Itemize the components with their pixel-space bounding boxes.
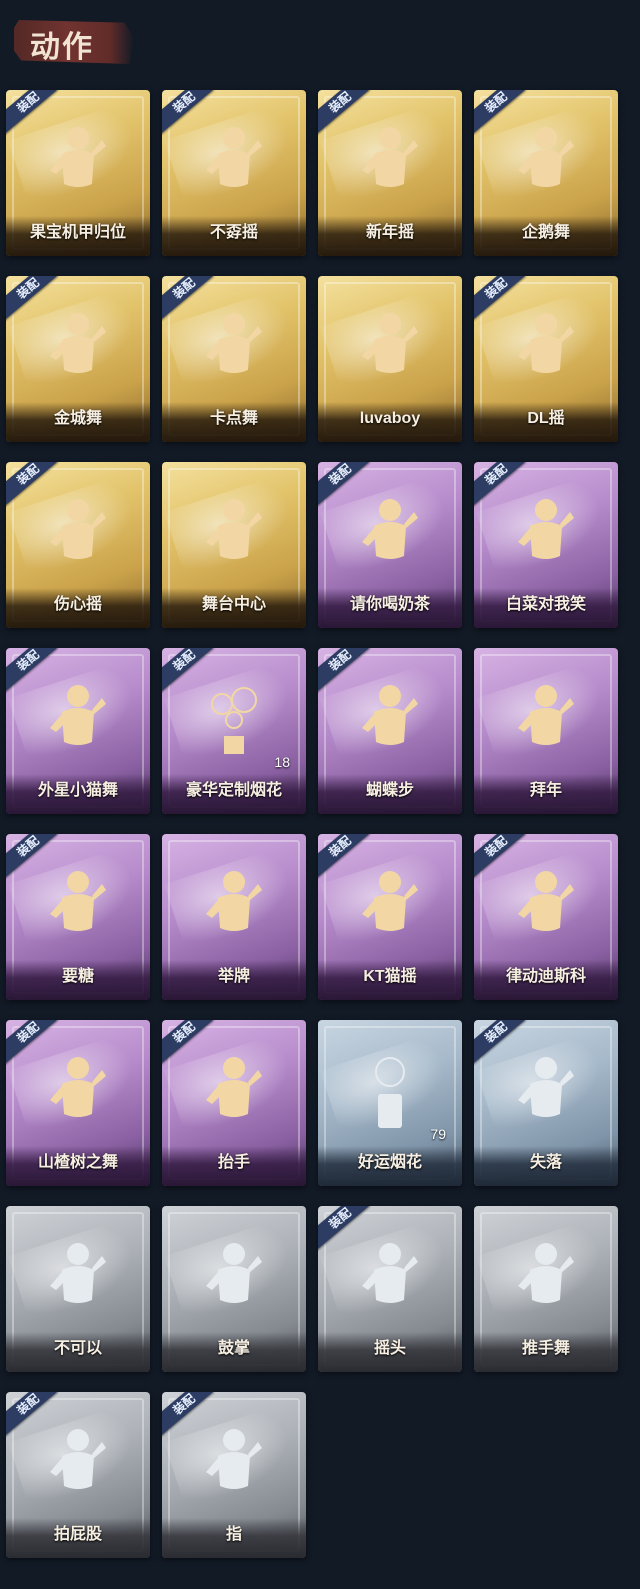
emote-card[interactable]: 卡点舞 装配 bbox=[162, 276, 306, 442]
card-label: luvaboy bbox=[359, 410, 421, 427]
shake-head-icon bbox=[360, 1240, 420, 1320]
card-label: 不孬摇 bbox=[209, 224, 258, 241]
dance-pose-icon bbox=[360, 124, 420, 204]
page-title: 动作 bbox=[30, 31, 94, 64]
raise-hand-icon bbox=[204, 1054, 264, 1134]
card-label: 拜年 bbox=[529, 782, 562, 799]
card-label: 山楂树之舞 bbox=[37, 1154, 118, 1171]
card-label: 鼓掌 bbox=[217, 1340, 250, 1357]
emote-card[interactable]: 失落 装配 bbox=[474, 1020, 618, 1186]
card-label: 金城舞 bbox=[53, 410, 102, 427]
push-hands-icon bbox=[516, 1240, 576, 1320]
emote-card[interactable]: 豪华定制烟花 18 装配 bbox=[162, 648, 306, 814]
emote-card[interactable]: 山楂树之舞 装配 bbox=[6, 1020, 150, 1186]
emote-card[interactable]: 抬手 装配 bbox=[162, 1020, 306, 1186]
sign-pose-icon bbox=[360, 496, 420, 576]
emote-card[interactable]: 白菜对我笑 装配 bbox=[474, 462, 618, 628]
dance-pose-icon bbox=[48, 310, 108, 390]
dance-pose-icon bbox=[516, 124, 576, 204]
dance-pose-icon bbox=[360, 682, 420, 762]
firework-can-icon bbox=[360, 1054, 420, 1134]
emote-card[interactable]: 摇头 装配 bbox=[318, 1206, 462, 1372]
dance-pose-icon bbox=[516, 496, 576, 576]
pat-pose-icon bbox=[48, 1426, 108, 1506]
dance-pose-icon bbox=[48, 1054, 108, 1134]
card-label: 舞台中心 bbox=[201, 596, 266, 613]
dance-pose-icon bbox=[360, 868, 420, 948]
dance-pose-icon bbox=[516, 868, 576, 948]
card-label: 请你喝奶茶 bbox=[349, 596, 430, 613]
bow-pose-icon bbox=[516, 682, 576, 762]
emote-card[interactable]: 要糖 装配 bbox=[6, 834, 150, 1000]
card-label: 举牌 bbox=[217, 968, 250, 985]
emote-card[interactable]: 举牌 bbox=[162, 834, 306, 1000]
card-label: 失落 bbox=[529, 1154, 562, 1171]
card-label: 指 bbox=[225, 1526, 242, 1543]
crawl-pose-icon bbox=[516, 1054, 576, 1134]
card-label: 蝴蝶步 bbox=[365, 782, 414, 799]
page-header: 动作 bbox=[0, 0, 640, 88]
dance-pose-icon bbox=[204, 496, 264, 576]
card-label: 律动迪斯科 bbox=[505, 968, 586, 985]
card-label: 拍屁股 bbox=[53, 1526, 102, 1543]
emote-card[interactable]: 企鹅舞 装配 bbox=[474, 90, 618, 256]
emote-card[interactable]: luvaboy bbox=[318, 276, 462, 442]
card-label: 推手舞 bbox=[521, 1340, 570, 1357]
emote-card[interactable]: 律动迪斯科 装配 bbox=[474, 834, 618, 1000]
emote-card[interactable]: KT猫摇 装配 bbox=[318, 834, 462, 1000]
card-label: 抬手 bbox=[217, 1154, 250, 1171]
emote-card[interactable]: 指装配 bbox=[162, 1392, 306, 1558]
dance-pose-icon bbox=[48, 682, 108, 762]
dance-pose-icon bbox=[204, 310, 264, 390]
emote-card[interactable]: 鼓掌 bbox=[162, 1206, 306, 1372]
card-count: 79 bbox=[430, 1126, 446, 1142]
emote-card[interactable]: 金城舞 装配 bbox=[6, 276, 150, 442]
card-label: 卡点舞 bbox=[209, 410, 258, 427]
emote-card[interactable]: 蝴蝶步 装配 bbox=[318, 648, 462, 814]
card-label: DL摇 bbox=[527, 410, 565, 427]
sign-pose-icon bbox=[204, 868, 264, 948]
card-label: 外星小猫舞 bbox=[37, 782, 118, 799]
card-label: KT猫摇 bbox=[363, 968, 417, 985]
fireworks-icon bbox=[204, 682, 264, 762]
point-icon bbox=[204, 1426, 264, 1506]
emote-card[interactable]: 请你喝奶茶 装配 bbox=[318, 462, 462, 628]
card-label: 企鹅舞 bbox=[521, 224, 570, 241]
card-label: 要糖 bbox=[61, 968, 94, 985]
card-label: 果宝机甲归位 bbox=[29, 224, 126, 241]
heart-pose-icon bbox=[48, 496, 108, 576]
emote-card[interactable]: 伤心摇 装配 bbox=[6, 462, 150, 628]
clap-icon bbox=[204, 1240, 264, 1320]
emote-card[interactable]: 不孬摇 装配 bbox=[162, 90, 306, 256]
dance-pose-icon bbox=[516, 310, 576, 390]
card-label: 不可以 bbox=[53, 1340, 102, 1357]
dance-pose-icon bbox=[48, 124, 108, 204]
dance-pose-icon bbox=[360, 310, 420, 390]
emote-card[interactable]: 新年摇 装配 bbox=[318, 90, 462, 256]
ask-pose-icon bbox=[48, 868, 108, 948]
emote-card[interactable]: 不可以 bbox=[6, 1206, 150, 1372]
card-label: 豪华定制烟花 bbox=[185, 782, 282, 799]
card-label: 新年摇 bbox=[365, 224, 414, 241]
emote-card[interactable]: 果宝机甲归位 装配 bbox=[6, 90, 150, 256]
emote-card[interactable]: 外星小猫舞 装配 bbox=[6, 648, 150, 814]
emote-card[interactable]: 拜年 bbox=[474, 648, 618, 814]
emote-card[interactable]: 舞台中心 bbox=[162, 462, 306, 628]
card-label: 白菜对我笑 bbox=[505, 596, 586, 613]
dance-pose-icon bbox=[204, 124, 264, 204]
card-label: 好运烟花 bbox=[357, 1154, 422, 1171]
emote-card[interactable]: 好运烟花 79 bbox=[318, 1020, 462, 1186]
finger-wag-icon bbox=[48, 1240, 108, 1320]
card-label: 伤心摇 bbox=[53, 596, 102, 613]
emote-card[interactable]: 拍屁股 装配 bbox=[6, 1392, 150, 1558]
card-count: 18 bbox=[274, 754, 290, 770]
emote-card[interactable]: 推手舞 bbox=[474, 1206, 618, 1372]
card-label: 摇头 bbox=[373, 1340, 406, 1357]
emote-card[interactable]: DL摇 装配 bbox=[474, 276, 618, 442]
